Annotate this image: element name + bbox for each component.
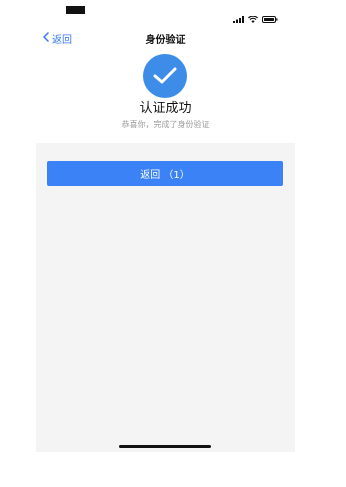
phone-screen: 返回 身份验证 认证成功 恭喜你，完成了身份验证 返回 （1）	[36, 0, 295, 452]
signal-icon	[233, 8, 244, 27]
status-icons	[233, 8, 278, 27]
status-time-block	[66, 6, 85, 14]
wifi-icon	[247, 8, 259, 27]
navigation-bar: 返回 身份验证	[36, 28, 295, 48]
status-bar	[36, 0, 295, 26]
return-button[interactable]: 返回 （1）	[47, 161, 283, 186]
result-title: 认证成功	[139, 101, 192, 116]
home-indicator[interactable]	[119, 445, 211, 448]
battery-icon	[262, 8, 278, 27]
success-checkmark-icon	[143, 54, 187, 98]
content-area: 返回 （1）	[36, 143, 295, 452]
result-subtitle: 恭喜你，完成了身份验证	[121, 120, 210, 129]
page-title: 身份验证	[145, 35, 186, 46]
